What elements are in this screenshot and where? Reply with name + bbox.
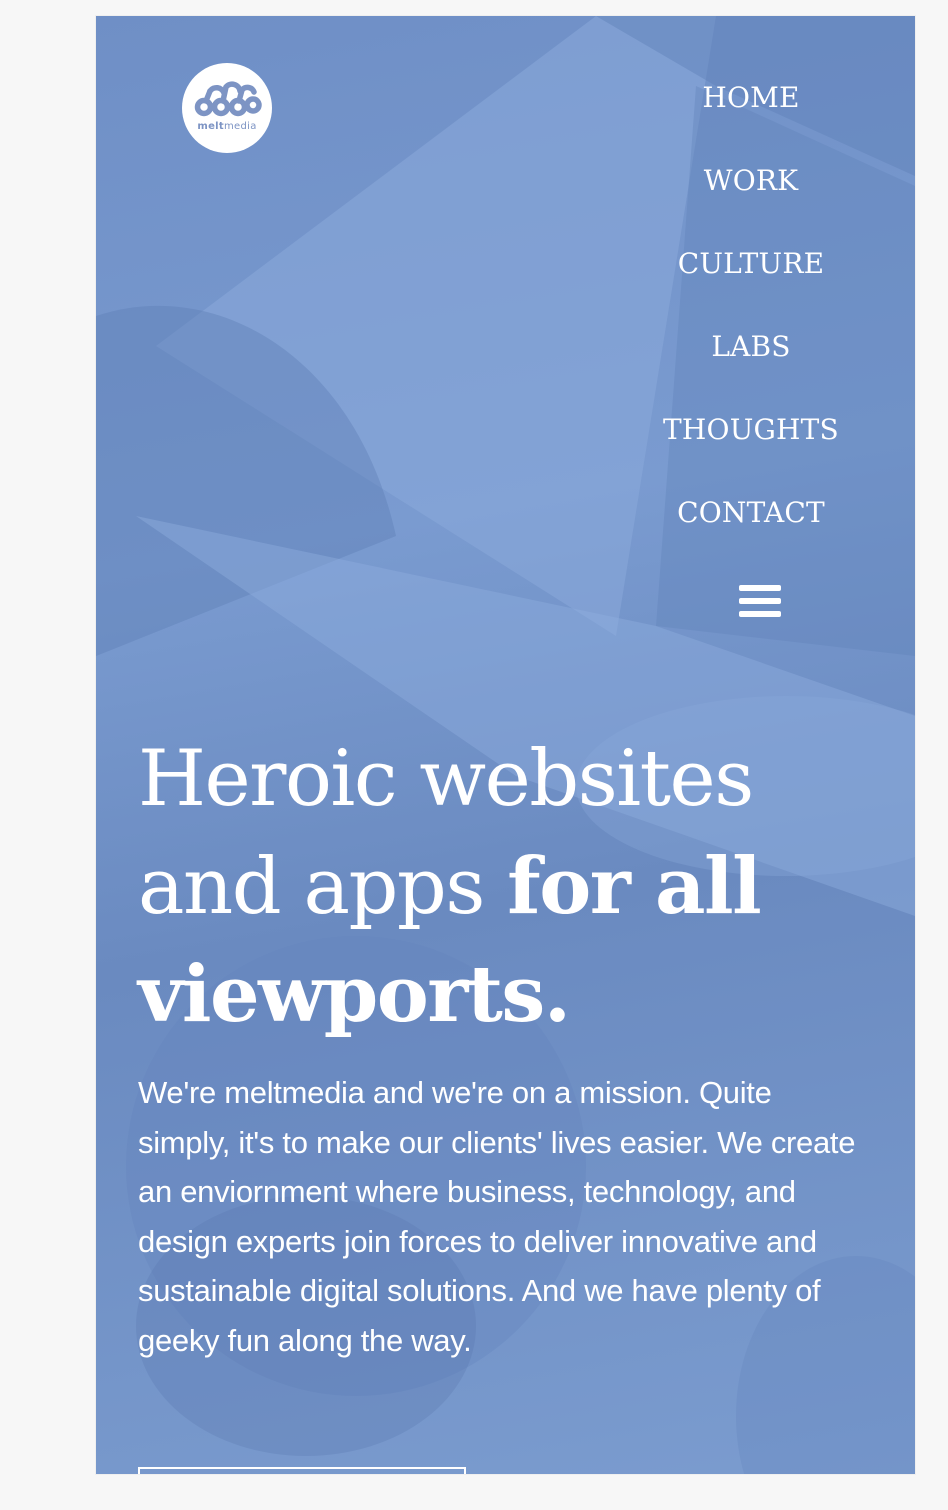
hero-description: We're meltmedia and we're on a mission. … (138, 1075, 856, 1358)
nav-item-work[interactable]: WORK (656, 161, 846, 244)
cta-button[interactable] (138, 1467, 466, 1474)
nav-item-culture[interactable]: CULTURE (656, 244, 846, 327)
nav-item-thoughts[interactable]: THOUGHTS (656, 410, 846, 493)
hamburger-bar (739, 611, 781, 617)
nav-item-labs[interactable]: LABS (656, 327, 846, 410)
hamburger-bar (739, 598, 781, 604)
nav-item-home[interactable]: HOME (656, 78, 846, 161)
main-nav: HOME WORK CULTURE LABS THOUGHTS CONTACT (656, 78, 846, 576)
logo-mark-icon (194, 81, 262, 117)
logo-text-bold: melt (197, 121, 224, 132)
hamburger-menu-icon[interactable] (739, 582, 781, 620)
logo-text-light: media (223, 121, 257, 132)
meltmedia-logo[interactable]: meltmedia (182, 63, 272, 153)
hamburger-bar (739, 585, 781, 591)
nav-item-contact[interactable]: CONTACT (656, 493, 846, 576)
logo-wordmark: meltmedia (182, 121, 272, 132)
hero-title: Heroic websites and apps for all viewpor… (138, 726, 878, 1049)
hero-section: meltmedia HOME WORK CULTURE LABS THOUGHT… (96, 16, 915, 1474)
